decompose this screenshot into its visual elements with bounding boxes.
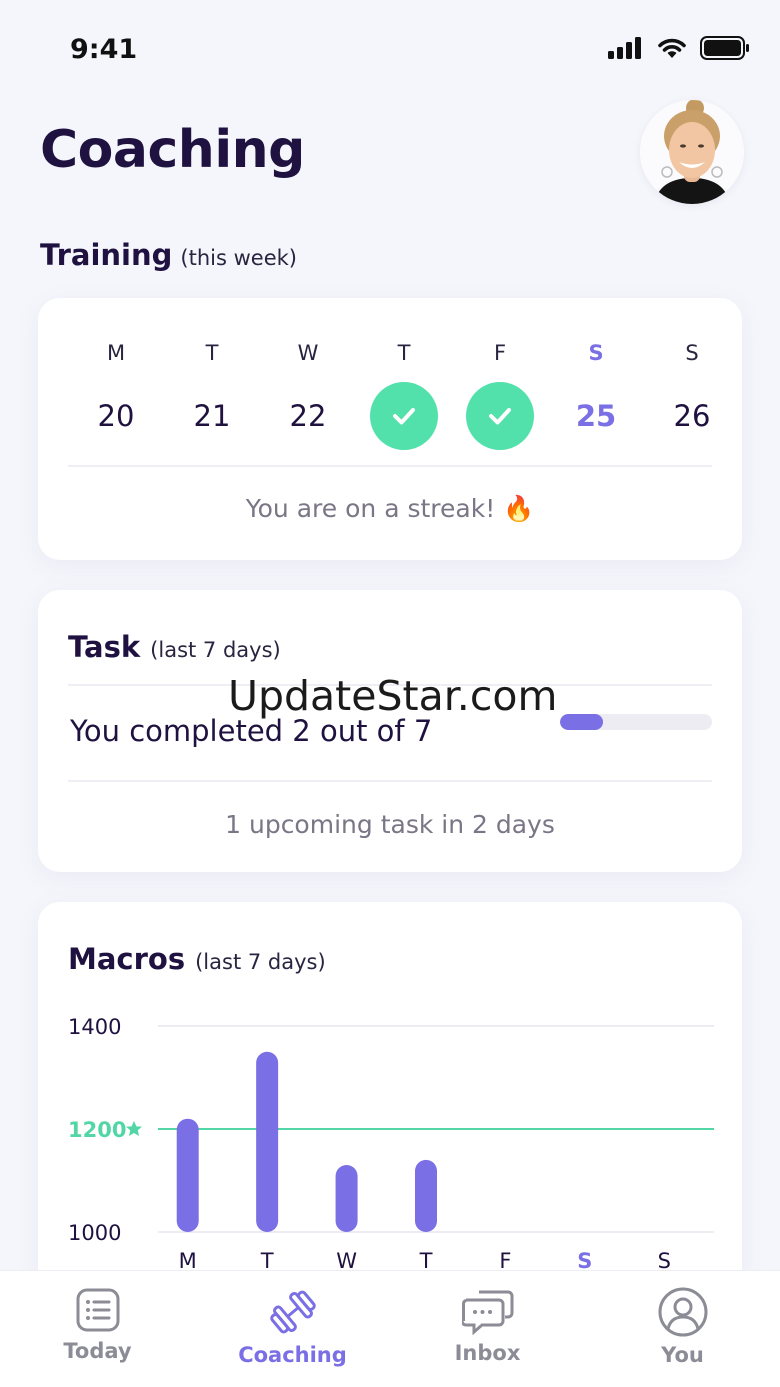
day-date: 22 xyxy=(289,399,327,433)
checkmark-icon xyxy=(466,382,534,450)
status-bar: 9:41 xyxy=(0,0,780,100)
task-title: Task xyxy=(68,630,141,664)
training-title: Training xyxy=(40,238,173,272)
bar xyxy=(415,1159,437,1232)
x-tick-label: S xyxy=(658,1249,671,1270)
day-letter: F xyxy=(493,341,507,365)
streak-text: You are on a streak! 🔥 xyxy=(245,494,535,523)
status-time: 9:41 xyxy=(70,34,138,65)
task-subtitle: (last 7 days) xyxy=(150,638,281,662)
day-letter: W xyxy=(297,341,319,365)
avatar[interactable] xyxy=(640,100,744,204)
tab-label: Today xyxy=(63,1339,132,1363)
divider xyxy=(68,780,712,782)
training-subtitle: (this week) xyxy=(180,246,297,270)
page-title: Coaching xyxy=(40,120,305,180)
profile-icon xyxy=(658,1287,707,1337)
tab-coaching[interactable]: Coaching xyxy=(195,1271,390,1387)
macros-card[interactable]: Macros (last 7 days) 1400 1200 1000 M T W T F S S xyxy=(38,902,742,1322)
training-heading: Training (this week) xyxy=(40,238,297,272)
bar xyxy=(256,1051,279,1232)
task-card[interactable]: Task (last 7 days) You completed 2 out o… xyxy=(38,590,742,872)
x-tick-label: S xyxy=(577,1249,592,1270)
day-3[interactable]: T xyxy=(356,338,452,450)
task-progress-fill xyxy=(560,714,604,730)
target-tick-label: 1200 xyxy=(68,1118,126,1142)
coach-avatar-icon xyxy=(640,100,744,204)
day-4[interactable]: F xyxy=(452,338,548,450)
macros-chart: 1400 1200 1000 M T W T F S S xyxy=(68,1015,714,1270)
tab-label: You xyxy=(661,1343,704,1367)
watermark: UpdateStar.com xyxy=(228,672,558,720)
week-row: M 20 T 21 W 22 T F S 25 S 26 xyxy=(68,338,740,450)
tab-label: Coaching xyxy=(238,1343,347,1367)
tab-today[interactable]: Today xyxy=(0,1271,195,1387)
tab-inbox[interactable]: Inbox xyxy=(390,1271,585,1387)
day-letter: M xyxy=(106,341,126,365)
day-letter: T xyxy=(205,341,219,365)
day-1[interactable]: T 21 xyxy=(164,338,260,450)
tab-label: Inbox xyxy=(454,1341,521,1365)
wifi-icon xyxy=(658,38,686,58)
tab-you[interactable]: You xyxy=(585,1271,780,1387)
day-letter: T xyxy=(397,341,411,365)
day-completed xyxy=(452,382,548,450)
status-icons xyxy=(608,36,750,60)
list-icon xyxy=(76,1288,119,1332)
y-tick-label: 1400 xyxy=(68,1015,121,1039)
checkmark-icon xyxy=(370,382,438,450)
training-card: M 20 T 21 W 22 T F S 25 S 26 You are on a streak! 🔥 xyxy=(38,298,742,560)
y-tick-label: 1000 xyxy=(68,1221,121,1245)
cellular-signal-icon xyxy=(608,37,641,59)
chat-icon xyxy=(461,1290,513,1335)
day-0[interactable]: M 20 xyxy=(68,338,164,450)
dumbbell-icon xyxy=(269,1290,316,1334)
day-5[interactable]: S 25 xyxy=(548,338,644,450)
day-letter: S xyxy=(588,341,604,365)
bar xyxy=(335,1165,358,1232)
day-6[interactable]: S 26 xyxy=(644,338,740,450)
task-heading: Task (last 7 days) xyxy=(68,630,281,664)
x-tick-label: M xyxy=(179,1249,197,1270)
day-date: 21 xyxy=(193,399,231,433)
divider xyxy=(68,465,712,467)
day-2[interactable]: W 22 xyxy=(260,338,356,450)
day-date: 20 xyxy=(97,399,135,433)
x-tick-label: W xyxy=(336,1249,357,1270)
battery-icon xyxy=(700,36,749,60)
day-letter: S xyxy=(685,341,699,365)
day-date: 25 xyxy=(575,399,617,433)
task-progress-bar xyxy=(560,714,712,730)
x-tick-label: T xyxy=(419,1249,433,1270)
target-star-icon xyxy=(126,1121,142,1136)
upcoming-task-text: 1 upcoming task in 2 days xyxy=(225,810,555,839)
day-completed xyxy=(356,382,452,450)
x-tick-label: F xyxy=(499,1249,511,1270)
bar xyxy=(176,1118,199,1232)
x-tick-label: T xyxy=(260,1249,274,1270)
tab-bar: Today Coaching Inbox You xyxy=(0,1270,780,1387)
day-date: 26 xyxy=(673,399,711,433)
